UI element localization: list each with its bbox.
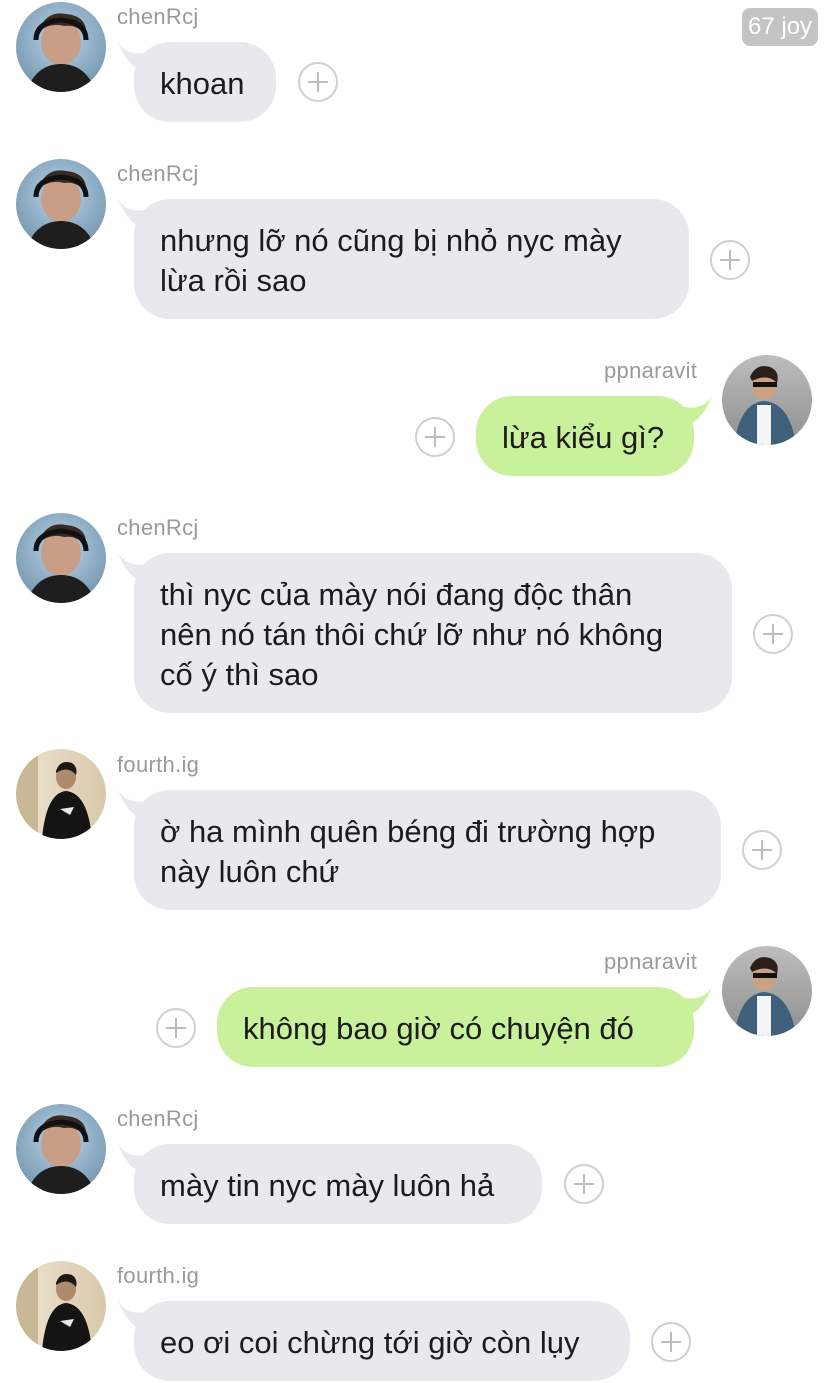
- avatar-chenrcj[interactable]: [16, 2, 106, 92]
- add-reaction-button[interactable]: [156, 1008, 196, 1048]
- sender-name: ppnaravit: [604, 358, 698, 383]
- message-text: eo ơi coi chừng tới giờ còn lụy: [160, 1325, 580, 1360]
- avatar-ppnaravit[interactable]: [722, 946, 812, 1036]
- avatar-fourth-ig[interactable]: [16, 749, 106, 839]
- message-bubble[interactable]: không bao giờ có chuyện đó: [217, 987, 694, 1067]
- message-bubble[interactable]: thì nyc của mày nói đang độc thân nên nó…: [134, 553, 732, 713]
- avatar-fourth-ig[interactable]: [16, 1261, 106, 1351]
- message-text: khoan: [160, 66, 245, 101]
- add-reaction-button[interactable]: [415, 417, 455, 457]
- add-reaction-button[interactable]: [742, 830, 782, 870]
- message-text: không bao giờ có chuyện đó: [243, 1011, 634, 1046]
- avatar-chenrcj[interactable]: [16, 513, 106, 603]
- message-text: mày tin nyc mày luôn hả: [160, 1168, 495, 1203]
- message-bubble[interactable]: lừa kiểu gì?: [476, 396, 694, 476]
- add-reaction-button[interactable]: [710, 240, 750, 280]
- message-text: ờ ha mình quên béng đi trường hợp: [160, 814, 656, 849]
- message-bubble[interactable]: khoan: [134, 42, 276, 122]
- message-text: thì nyc của mày nói đang độc thân: [160, 577, 633, 612]
- sender-name: chenRcj: [117, 1106, 199, 1131]
- message-text: cố ý thì sao: [160, 657, 319, 692]
- sender-name: chenRcj: [117, 161, 199, 186]
- sender-name: ppnaravit: [604, 949, 698, 974]
- message-bubble[interactable]: ờ ha mình quên béng đi trường hợp này lu…: [134, 790, 721, 910]
- add-reaction-button[interactable]: [564, 1164, 604, 1204]
- message-bubble[interactable]: nhưng lỡ nó cũng bị nhỏ nyc mày lừa rồi …: [134, 199, 689, 319]
- add-reaction-button[interactable]: [298, 62, 338, 102]
- score-badge: 67 joy: [742, 8, 819, 46]
- sender-name: fourth.ig: [117, 752, 200, 777]
- message-text: lừa kiểu gì?: [502, 420, 665, 455]
- message-text: nhưng lỡ nó cũng bị nhỏ nyc mày: [160, 223, 622, 258]
- message-text: lừa rồi sao: [160, 263, 307, 298]
- sender-name: chenRcj: [117, 4, 199, 29]
- message-text: nên nó tán thôi chứ lỡ như nó không: [160, 617, 664, 652]
- avatar-chenrcj[interactable]: [16, 159, 106, 249]
- avatar-chenrcj[interactable]: [16, 1104, 106, 1194]
- avatar-ppnaravit[interactable]: [722, 355, 812, 445]
- sender-name: fourth.ig: [117, 1263, 200, 1288]
- message-bubble[interactable]: eo ơi coi chừng tới giờ còn lụy: [134, 1301, 630, 1381]
- message-text: này luôn chứ: [160, 854, 340, 889]
- add-reaction-button[interactable]: [651, 1322, 691, 1362]
- sender-name: chenRcj: [117, 515, 199, 540]
- message-bubble[interactable]: mày tin nyc mày luôn hả: [134, 1144, 542, 1224]
- add-reaction-button[interactable]: [753, 614, 793, 654]
